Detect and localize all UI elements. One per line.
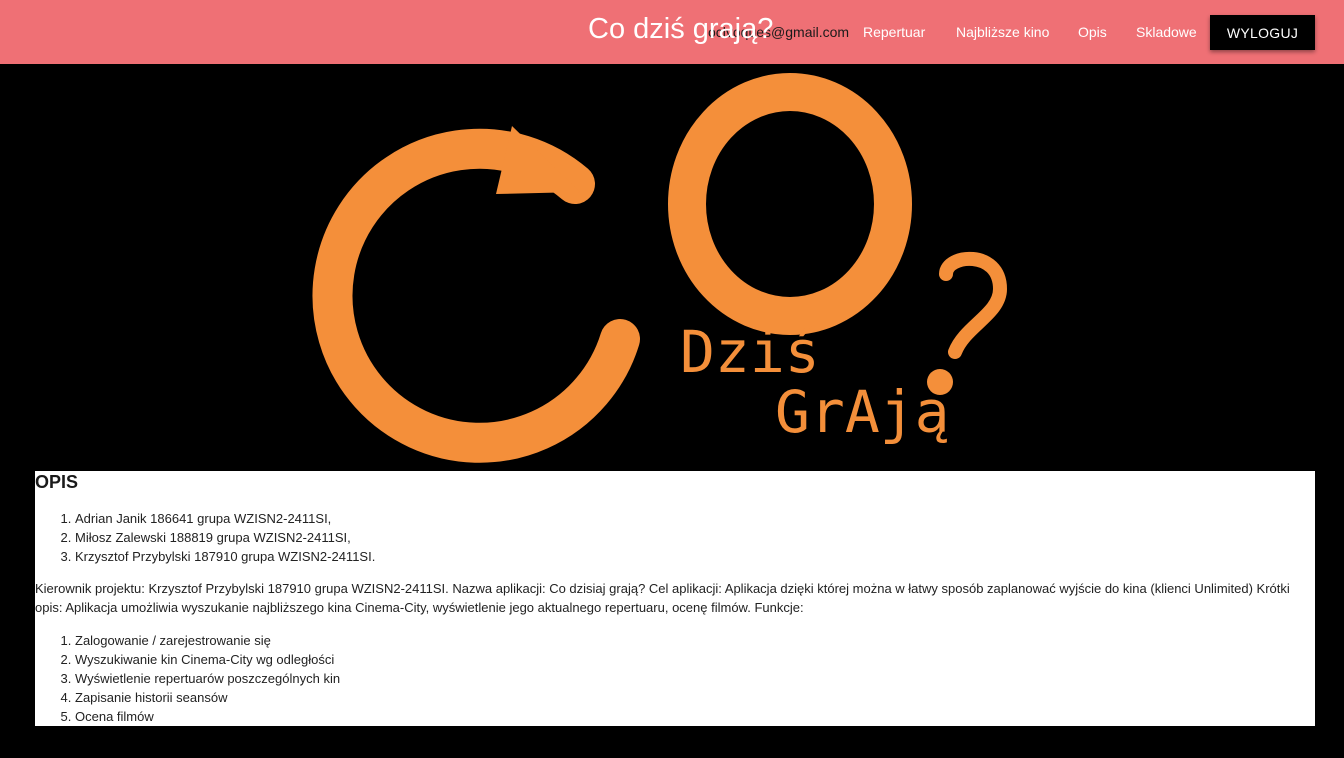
description-panel: OPIS Adrian Janik 186641 grupa WZISN2-24… xyxy=(35,471,1315,726)
project-description: Kierownik projektu: Krzysztof Przybylski… xyxy=(35,581,1290,615)
logout-button[interactable]: WYLOGUJ xyxy=(1210,15,1315,50)
logo-text-dzis: Dziś xyxy=(680,318,820,386)
list-item: Miłosz Zalewski 188819 grupa WZISN2-2411… xyxy=(75,528,375,547)
list-item: Krzysztof Przybylski 187910 grupa WZISN2… xyxy=(75,547,375,566)
nav-najblizsze-kino[interactable]: Najbliższe kino xyxy=(956,24,1049,40)
nav-opis[interactable]: Opis xyxy=(1078,24,1107,40)
logo-c-arc xyxy=(312,128,640,463)
co-dzis-graja-logo: Dziś GrAją xyxy=(312,73,1008,463)
brand-title[interactable]: Co dziś grają? xyxy=(588,13,773,46)
logo-text-graja: GrAją xyxy=(775,378,950,446)
list-item: Zapisanie historii seansów xyxy=(75,688,340,707)
section-heading: OPIS xyxy=(35,472,79,492)
nav-skladowe[interactable]: Skladowe xyxy=(1136,24,1197,40)
team-members-list: Adrian Janik 186641 grupa WZISN2-2411SI,… xyxy=(35,509,375,566)
top-navbar: Co dziś grają? oclvoques@gmail.com Reper… xyxy=(0,0,1344,64)
functions-list: Zalogowanie / zarejestrowanie się Wyszuk… xyxy=(35,631,340,726)
list-item: Zalogowanie / zarejestrowanie się xyxy=(75,631,340,650)
list-item: Ocena filmów xyxy=(75,707,340,726)
list-item: Wyświetlenie repertuarów poszczególnych … xyxy=(75,669,340,688)
logo-question-mark xyxy=(939,251,1008,359)
logo-o-ring xyxy=(668,73,912,335)
list-item: Wyszukiwanie kin Cinema-City wg odległoś… xyxy=(75,650,340,669)
nav-repertuar[interactable]: Repertuar xyxy=(863,24,925,40)
hero-banner: Dziś GrAją xyxy=(0,64,1344,471)
list-item: Adrian Janik 186641 grupa WZISN2-2411SI, xyxy=(75,509,375,528)
